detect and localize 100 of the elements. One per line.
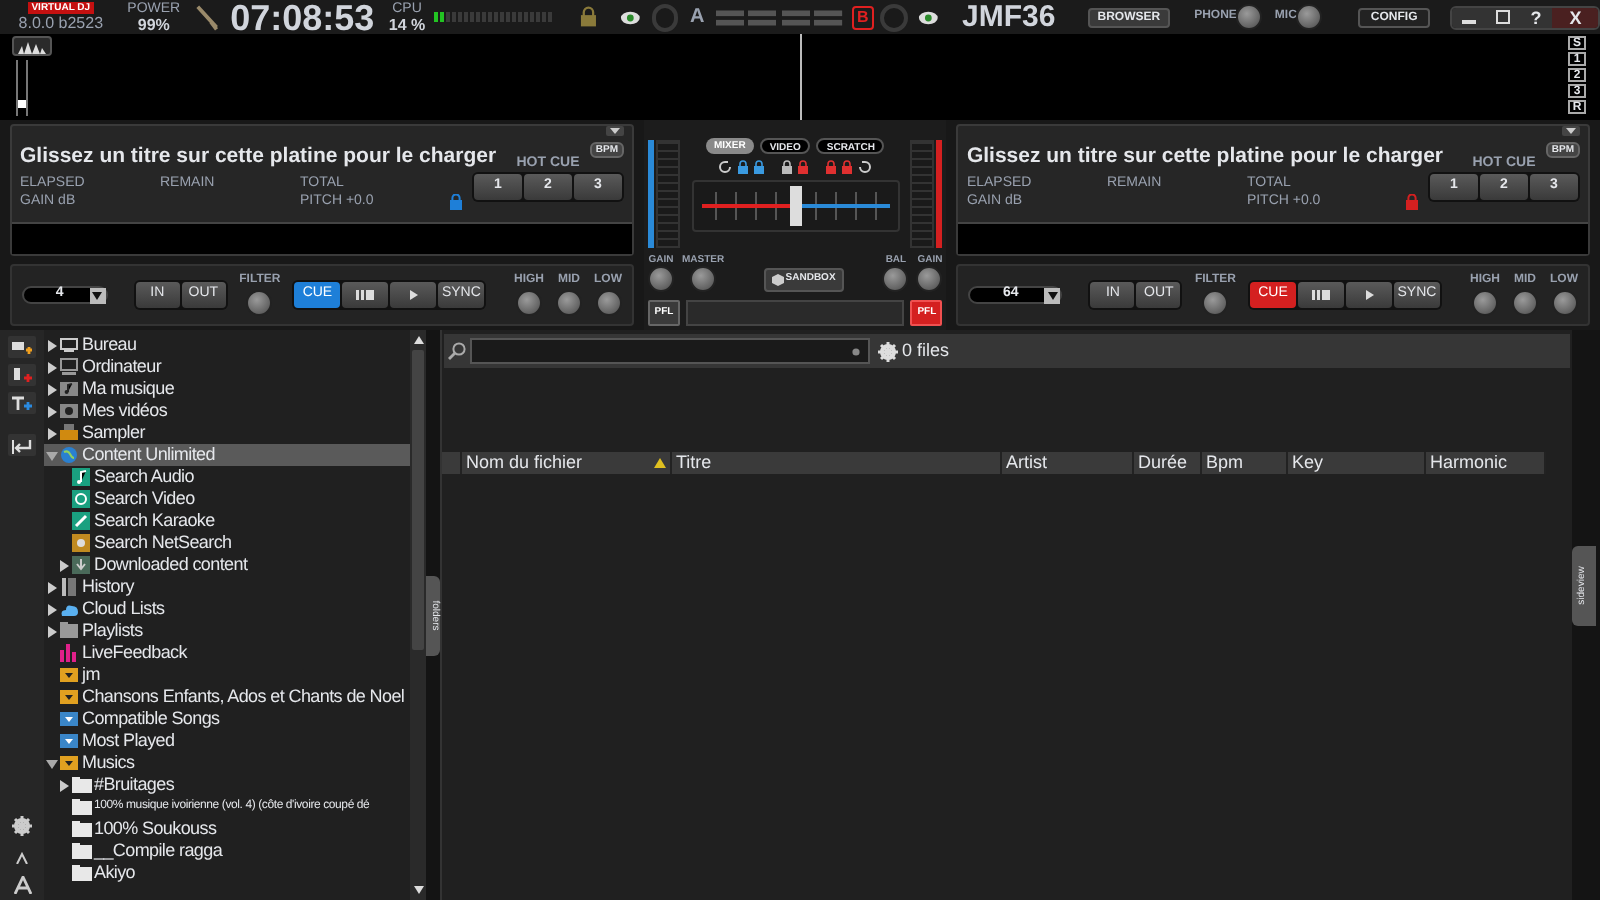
loop-icon [718,160,733,174]
column-header[interactable]: Artist [1002,452,1134,474]
lock-icon [782,160,793,174]
help-button[interactable]: ? [1519,7,1553,27]
tree-item[interactable]: Content Unlimited [44,444,410,466]
film-reel-icon [72,490,92,508]
pause-button[interactable] [1298,282,1344,308]
tree-item[interactable]: 100% Soukouss [44,818,410,840]
folder-icon [72,864,92,882]
column-header[interactable]: Key [1288,452,1426,474]
tree-item[interactable]: Playlists [44,620,410,642]
zoom-slider[interactable] [16,60,28,116]
dropdown-button[interactable] [1562,126,1580,136]
gain-knob[interactable] [648,266,674,292]
high-knob[interactable] [1472,290,1498,316]
level-bar [648,140,654,248]
tree-item[interactable]: Akiyo [44,862,410,884]
tree-item[interactable]: History [44,576,410,598]
play-button[interactable] [1346,282,1392,308]
favorite-folder-icon [60,666,80,684]
lock-icon [738,160,749,174]
tree-item[interactable]: __Compile ragga [44,840,410,862]
tree-item[interactable]: Cloud Lists [44,598,410,620]
column-header[interactable]: Nom du fichier [462,452,672,474]
column-header[interactable]: Bpm [1202,452,1288,474]
font-smaller-icon [16,852,28,864]
folder-icon [72,820,92,838]
add-filter-button[interactable] [8,364,36,386]
folder-icon [72,842,92,860]
clock-text: 07:08:53 [230,0,375,35]
tree-item[interactable]: Ordinateur [44,356,410,378]
expanded-arrow-icon [46,757,58,769]
tree-item[interactable]: Search Audio [44,466,410,488]
slider-thumb[interactable] [18,100,26,108]
caret-icon [92,291,103,299]
close-button[interactable]: X [1552,7,1598,27]
scroll-up-icon [413,336,423,344]
waveform-button[interactable] [12,36,52,56]
tree-item[interactable]: Search Karaoke [44,510,410,532]
sampler-icon [60,424,80,442]
version-text: 8.0.0 b2523 [18,14,104,32]
layout-icon [814,7,844,27]
search-field[interactable] [470,338,870,364]
user-name: JMF36 [962,2,1056,32]
vu-meter [656,140,680,248]
column-header[interactable]: Titre [672,452,1002,474]
chevron-icon [610,128,620,134]
high-knob[interactable] [516,290,542,316]
tree-item[interactable]: Musics [44,752,410,774]
cloud-icon [60,600,80,618]
tree-item[interactable]: Bureau [44,334,410,356]
tree-item[interactable]: Chansons Enfants, Ados et Chants de Noel [44,686,410,708]
return-button[interactable] [8,434,36,456]
low-knob[interactable] [1551,290,1577,316]
low-knob[interactable] [595,290,621,316]
column-header[interactable]: Durée [1134,452,1202,474]
dropdown-button[interactable] [606,126,624,136]
filter-knob[interactable] [1202,290,1229,316]
add-folder-button[interactable] [8,336,36,358]
chevron-icon [1566,128,1576,134]
scrollbar[interactable] [410,330,426,900]
minimize-button[interactable] [1451,7,1486,27]
deck-letter: B [851,5,875,29]
pause-stop-icon [356,290,375,300]
bal-knob[interactable] [882,266,909,292]
tree-item[interactable]: Downloaded content [44,554,410,576]
master-knob[interactable] [690,266,717,292]
tree-item[interactable]: Ma musique [44,378,410,400]
add-folder-icon [12,339,32,355]
tree-item[interactable]: Search Video [44,488,410,510]
tree-item[interactable]: Mes vidéos [44,400,410,422]
filter-folder-icon [60,732,80,750]
column-header[interactable]: Harmonic [1426,452,1546,474]
tree-item[interactable]: #Bruitages [44,774,410,796]
add-playlist-button[interactable] [8,392,36,414]
scrollbar-thumb[interactable] [412,350,424,650]
vu-meter [910,140,935,248]
mid-knob[interactable] [556,290,582,316]
lock-icon [842,160,853,174]
tree-item[interactable]: Search NetSearch [44,532,410,554]
music-note-icon [72,468,92,486]
tree-item[interactable]: jm [44,664,410,686]
tree-item[interactable]: LiveFeedback [44,642,410,664]
filter-knob[interactable] [246,290,273,316]
playhead-line [800,34,802,120]
lock-icon [579,6,597,28]
layout-icon [782,7,811,27]
lock-icon [754,160,765,174]
gain-knob[interactable] [916,266,943,292]
pause-button[interactable] [342,282,389,308]
mid-knob[interactable] [1512,290,1538,316]
play-button[interactable] [390,282,437,308]
mic-knob[interactable] [1296,4,1323,30]
tree-item[interactable]: Compatible Songs [44,708,410,730]
phone-knob[interactable] [1236,4,1263,30]
plug-icon [193,3,221,31]
file-count: 0 files [902,337,950,364]
tree-item[interactable]: Sampler [44,422,410,444]
tree-item[interactable]: Most Played [44,730,410,752]
playlist-folder-icon [60,622,80,640]
